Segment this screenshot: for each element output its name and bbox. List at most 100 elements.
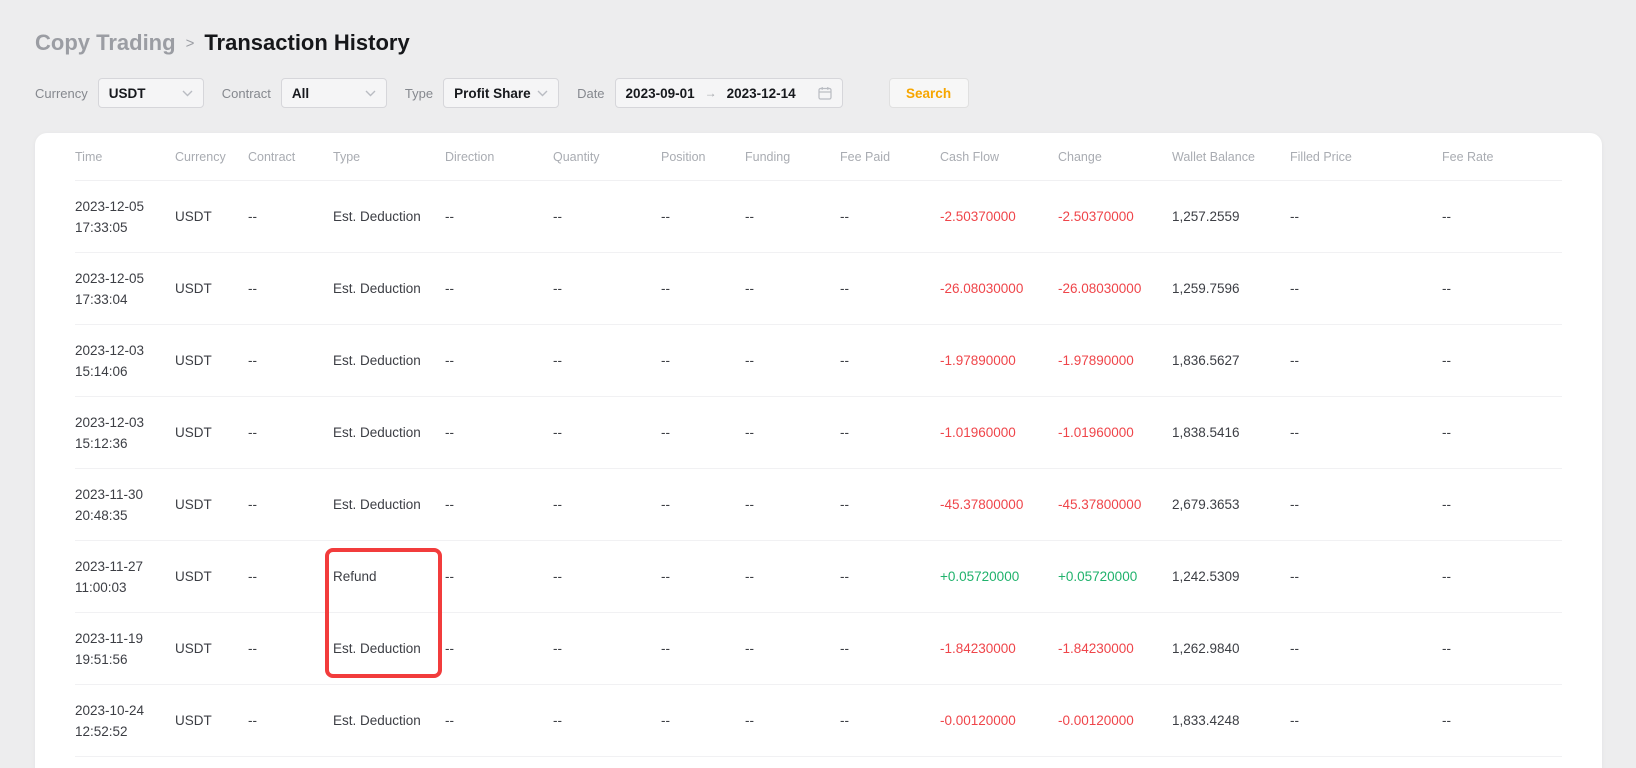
cell-funding: -- bbox=[745, 209, 840, 224]
cell-cash_flow: -45.37800000 bbox=[940, 497, 1058, 512]
table-row: 2023-11-2711:00:03USDT--Refund----------… bbox=[75, 541, 1562, 613]
chevron-down-icon bbox=[537, 90, 548, 97]
cell-filled_price: -- bbox=[1290, 497, 1442, 512]
filter-bar: Currency USDT Contract All Type Profit S… bbox=[35, 78, 969, 108]
contract-select[interactable]: All bbox=[281, 78, 387, 108]
cell-wallet_balance: 2,679.3653 bbox=[1172, 497, 1290, 512]
table-body: 2023-12-0517:33:05USDT--Est. Deduction--… bbox=[75, 181, 1562, 757]
cell-wallet_balance: 1,242.5309 bbox=[1172, 569, 1290, 584]
cell-fee_paid: -- bbox=[840, 353, 940, 368]
cell-filled_price: -- bbox=[1290, 353, 1442, 368]
cell-funding: -- bbox=[745, 569, 840, 584]
search-button[interactable]: Search bbox=[889, 78, 969, 108]
date-to-value[interactable]: 2023-12-14 bbox=[727, 86, 796, 101]
column-header-direction: Direction bbox=[445, 150, 553, 164]
cell-position: -- bbox=[661, 353, 745, 368]
cell-direction: -- bbox=[445, 641, 553, 656]
cell-type: Est. Deduction bbox=[333, 641, 445, 656]
chevron-down-icon bbox=[365, 90, 376, 97]
cell-wallet_balance: 1,262.9840 bbox=[1172, 641, 1290, 656]
breadcrumb-parent-link[interactable]: Copy Trading bbox=[35, 30, 176, 56]
cell-time: 2023-11-2711:00:03 bbox=[75, 556, 175, 598]
cell-wallet_balance: 1,836.5627 bbox=[1172, 353, 1290, 368]
cell-change: -0.00120000 bbox=[1058, 713, 1172, 728]
table-row: 2023-12-0517:33:04USDT--Est. Deduction--… bbox=[75, 253, 1562, 325]
type-select[interactable]: Profit Share bbox=[443, 78, 559, 108]
contract-filter-label: Contract bbox=[222, 86, 271, 101]
cell-quantity: -- bbox=[553, 569, 661, 584]
cell-currency: USDT bbox=[175, 209, 248, 224]
cell-fee_paid: -- bbox=[840, 497, 940, 512]
cell-position: -- bbox=[661, 713, 745, 728]
column-header-cash_flow: Cash Flow bbox=[940, 150, 1058, 164]
cell-time: 2023-12-0315:14:06 bbox=[75, 340, 175, 382]
cell-direction: -- bbox=[445, 353, 553, 368]
cell-quantity: -- bbox=[553, 425, 661, 440]
cell-time: 2023-12-0517:33:04 bbox=[75, 268, 175, 310]
cell-change: -45.37800000 bbox=[1058, 497, 1172, 512]
column-header-contract: Contract bbox=[248, 150, 333, 164]
cell-change: +0.05720000 bbox=[1058, 569, 1172, 584]
column-header-type: Type bbox=[333, 150, 445, 164]
cell-contract: -- bbox=[248, 569, 333, 584]
cell-fee_paid: -- bbox=[840, 713, 940, 728]
type-filter-label: Type bbox=[405, 86, 433, 101]
cell-type: Est. Deduction bbox=[333, 497, 445, 512]
breadcrumb: Copy Trading > Transaction History bbox=[35, 30, 410, 56]
table-header-row: TimeCurrencyContractTypeDirectionQuantit… bbox=[75, 133, 1562, 181]
cell-fee_rate: -- bbox=[1442, 353, 1562, 368]
contract-select-value: All bbox=[292, 86, 309, 101]
cell-quantity: -- bbox=[553, 497, 661, 512]
cell-time: 2023-11-1919:51:56 bbox=[75, 628, 175, 670]
cell-funding: -- bbox=[745, 425, 840, 440]
cell-fee_rate: -- bbox=[1442, 497, 1562, 512]
cell-type: Est. Deduction bbox=[333, 425, 445, 440]
column-header-currency: Currency bbox=[175, 150, 248, 164]
cell-cash_flow: +0.05720000 bbox=[940, 569, 1058, 584]
cell-contract: -- bbox=[248, 353, 333, 368]
date-filter-label: Date bbox=[577, 86, 604, 101]
column-header-filled_price: Filled Price bbox=[1290, 150, 1442, 164]
cell-time: 2023-11-3020:48:35 bbox=[75, 484, 175, 526]
cell-change: -26.08030000 bbox=[1058, 281, 1172, 296]
page-background: { "breadcrumb": { "parent": "Copy Tradin… bbox=[0, 0, 1636, 768]
cell-contract: -- bbox=[248, 713, 333, 728]
cell-wallet_balance: 1,833.4248 bbox=[1172, 713, 1290, 728]
cell-currency: USDT bbox=[175, 569, 248, 584]
table-row: 2023-12-0517:33:05USDT--Est. Deduction--… bbox=[75, 181, 1562, 253]
currency-select[interactable]: USDT bbox=[98, 78, 204, 108]
cell-direction: -- bbox=[445, 497, 553, 512]
cell-time: 2023-12-0315:12:36 bbox=[75, 412, 175, 454]
cell-fee_paid: -- bbox=[840, 569, 940, 584]
cell-contract: -- bbox=[248, 497, 333, 512]
cell-contract: -- bbox=[248, 425, 333, 440]
cell-currency: USDT bbox=[175, 425, 248, 440]
cell-filled_price: -- bbox=[1290, 713, 1442, 728]
cell-funding: -- bbox=[745, 641, 840, 656]
table-row: 2023-12-0315:14:06USDT--Est. Deduction--… bbox=[75, 325, 1562, 397]
cell-time: 2023-10-2412:52:52 bbox=[75, 700, 175, 742]
cell-filled_price: -- bbox=[1290, 425, 1442, 440]
column-header-time: Time bbox=[75, 150, 175, 164]
cell-quantity: -- bbox=[553, 641, 661, 656]
cell-cash_flow: -1.01960000 bbox=[940, 425, 1058, 440]
cell-contract: -- bbox=[248, 209, 333, 224]
cell-time: 2023-12-0517:33:05 bbox=[75, 196, 175, 238]
date-from-value[interactable]: 2023-09-01 bbox=[626, 86, 695, 101]
cell-fee_rate: -- bbox=[1442, 281, 1562, 296]
currency-select-value: USDT bbox=[109, 86, 146, 101]
date-range-picker[interactable]: 2023-09-01 → 2023-12-14 bbox=[615, 78, 843, 108]
cell-filled_price: -- bbox=[1290, 569, 1442, 584]
cell-change: -1.84230000 bbox=[1058, 641, 1172, 656]
cell-fee_rate: -- bbox=[1442, 209, 1562, 224]
cell-cash_flow: -1.84230000 bbox=[940, 641, 1058, 656]
column-header-fee_rate: Fee Rate bbox=[1442, 150, 1562, 164]
calendar-icon[interactable] bbox=[818, 86, 832, 100]
transaction-table-card: TimeCurrencyContractTypeDirectionQuantit… bbox=[35, 133, 1602, 768]
cell-type: Est. Deduction bbox=[333, 209, 445, 224]
cell-funding: -- bbox=[745, 497, 840, 512]
cell-wallet_balance: 1,838.5416 bbox=[1172, 425, 1290, 440]
cell-quantity: -- bbox=[553, 209, 661, 224]
cell-type: Est. Deduction bbox=[333, 353, 445, 368]
cell-contract: -- bbox=[248, 281, 333, 296]
